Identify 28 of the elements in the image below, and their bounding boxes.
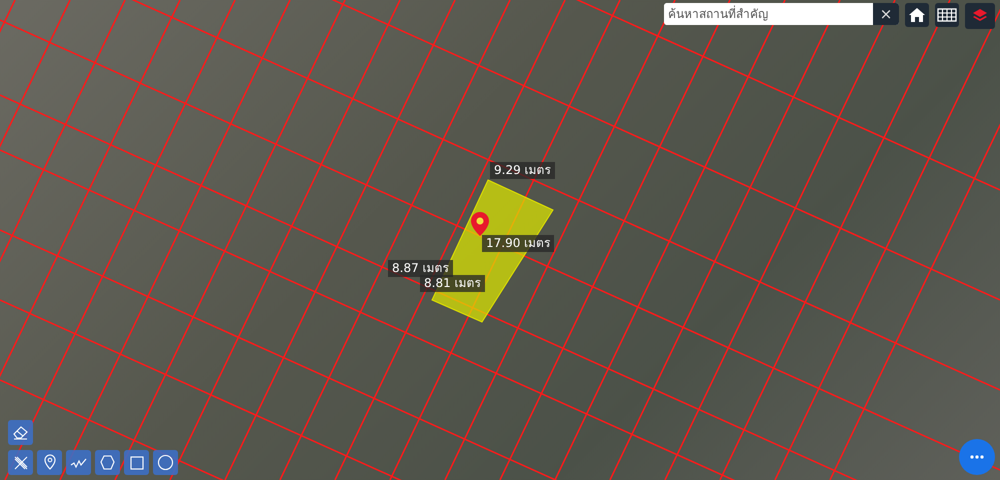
eraser-button[interactable]	[8, 420, 33, 445]
measurement-label: 8.81 เมตร	[420, 275, 485, 292]
location-pin-icon[interactable]	[471, 212, 489, 236]
polyline-icon	[70, 456, 87, 468]
marker-button[interactable]	[37, 450, 62, 475]
home-icon	[908, 7, 926, 23]
search-field[interactable]: ค้นหาสถานที่สำคัญ ×	[664, 3, 899, 25]
grid-icon	[937, 8, 957, 22]
measurement-label: 9.29 เมตร	[490, 162, 555, 179]
measurement-label: 8.87 เมตร	[388, 260, 453, 277]
polygon-icon	[99, 454, 116, 471]
ruler-pencil-button[interactable]	[8, 450, 33, 475]
grid-button[interactable]	[935, 3, 959, 27]
rectangle-button[interactable]	[124, 450, 149, 475]
layers-icon	[972, 8, 988, 24]
circle-button[interactable]	[153, 450, 178, 475]
polygon-button[interactable]	[95, 450, 120, 475]
home-button[interactable]	[905, 3, 929, 27]
polyline-button[interactable]	[66, 450, 91, 475]
rectangle-icon	[128, 454, 144, 470]
layers-button[interactable]	[965, 3, 995, 29]
circle-icon	[157, 454, 174, 471]
map-pin-icon	[44, 454, 56, 471]
clear-button[interactable]: ×	[873, 3, 899, 25]
eraser-icon	[12, 425, 29, 440]
ruler-pencil-icon	[12, 454, 28, 470]
more-icon	[970, 455, 984, 459]
measurement-label: 17.90 เมตร	[482, 235, 554, 252]
